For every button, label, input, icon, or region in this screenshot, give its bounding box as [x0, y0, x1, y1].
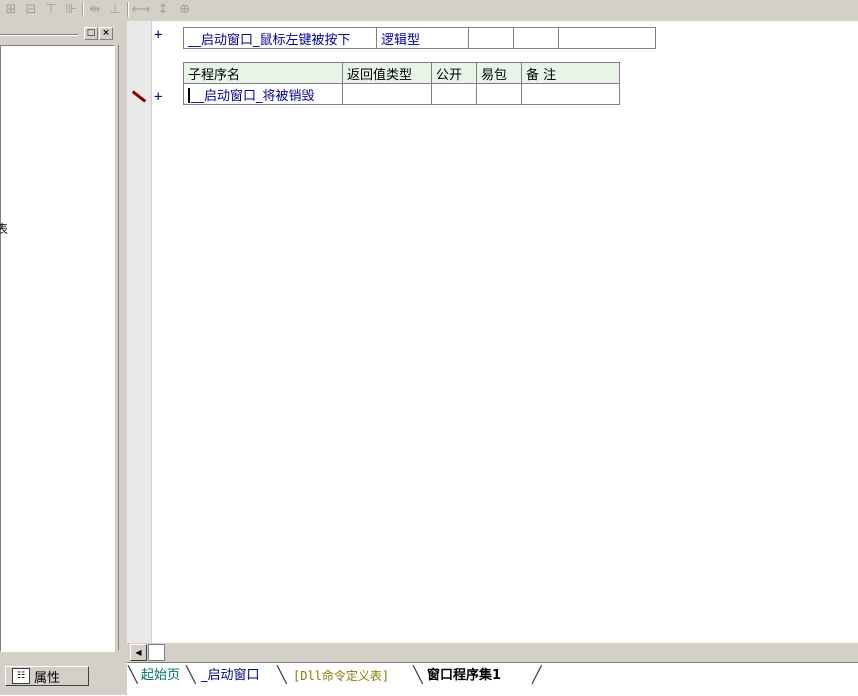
col-header-easy-package: 易包	[476, 62, 522, 84]
event-public-cell[interactable]	[468, 27, 514, 49]
panel-content[interactable]: 表	[0, 45, 115, 652]
subroutine-public-cell[interactable]	[431, 83, 477, 105]
subroutine-remark-cell[interactable]	[521, 83, 620, 105]
event-name-cell[interactable]: __启动窗口_鼠标左键被按下	[183, 27, 377, 49]
same-height-icon[interactable]: ⊥	[106, 1, 124, 17]
tab-start-page[interactable]: 起始页	[137, 666, 184, 686]
expand-plus-icon[interactable]: +	[154, 89, 162, 105]
horizontal-scrollbar[interactable]: ◀	[127, 643, 858, 662]
tab-divider: ╲	[277, 665, 287, 684]
tab-divider: ╱	[532, 665, 542, 684]
scroll-left-icon[interactable]: ◀	[130, 644, 147, 661]
col-header-remark: 备 注	[521, 62, 620, 84]
subroutine-table: 子程序名 返回值类型 公开 易包 备 注 __启动窗口_将被销毁	[183, 62, 620, 105]
vertical-space-icon[interactable]: ↕	[154, 1, 172, 17]
align-center-icon[interactable]: ⊟	[22, 1, 40, 17]
code-editor[interactable]: + __启动窗口_鼠标左键被按下 逻辑型 子程序名 返回值类型 公开 易包 备 …	[127, 21, 858, 643]
tab-startup-window[interactable]: _启动窗口	[197, 666, 264, 686]
restore-icon[interactable]: □	[84, 27, 98, 40]
center-both-icon[interactable]: ⊕	[176, 1, 194, 17]
layout-toolbar: ⊞ ⊟ ⊤ ⊪ ⇹ ⊥ ⟷ ↕ ⊕	[0, 0, 858, 22]
panel-header-rule	[0, 34, 78, 36]
expand-plus-icon[interactable]: +	[154, 27, 162, 43]
tab-window-program-set[interactable]: 窗口程序集1	[423, 666, 505, 686]
properties-tab-label: 属性	[34, 670, 61, 686]
tab-dll-commands[interactable]: [Dll命令定义表]	[289, 666, 393, 686]
tab-divider: ╲	[413, 665, 423, 684]
subroutine-row: __启动窗口_将被销毁	[183, 83, 620, 105]
col-header-name: 子程序名	[183, 62, 343, 84]
align-top-icon[interactable]: ⊤	[42, 1, 60, 17]
panel-header: □ ×	[0, 25, 116, 43]
document-tabs: ╲ 起始页 ╲ _启动窗口 ╲ [Dll命令定义表] ╲ 窗口程序集1 ╱	[127, 662, 858, 696]
subroutine-easy-package-cell[interactable]	[476, 83, 522, 105]
tab-divider: ╲	[186, 665, 196, 684]
event-subroutine-row: __启动窗口_鼠标左键被按下 逻辑型	[183, 27, 656, 49]
align-split-icon[interactable]: ⊪	[62, 1, 80, 17]
toolbar-separator	[82, 2, 84, 17]
close-icon[interactable]: ×	[99, 27, 113, 40]
event-easy-package-cell[interactable]	[513, 27, 559, 49]
align-grid-icon[interactable]: ⊞	[2, 1, 20, 17]
editor-gutter	[127, 21, 152, 643]
same-width-icon[interactable]: ⇹	[86, 1, 104, 17]
subroutine-table-header: 子程序名 返回值类型 公开 易包 备 注	[183, 62, 620, 84]
text-cursor	[188, 87, 190, 103]
event-return-type-cell[interactable]: 逻辑型	[376, 27, 469, 49]
properties-icon: ☷	[12, 668, 30, 684]
toolbar-separator	[127, 2, 129, 17]
panel-edge	[118, 45, 119, 650]
properties-tab[interactable]: ☷ 属性	[5, 666, 89, 686]
scroll-thumb[interactable]	[148, 644, 165, 661]
event-remark-cell[interactable]	[558, 27, 656, 49]
col-header-public: 公开	[431, 62, 477, 84]
subroutine-return-type-cell[interactable]	[342, 83, 432, 105]
clipped-list-text: 表	[0, 222, 9, 236]
horizontal-space-icon[interactable]: ⟷	[132, 1, 151, 17]
col-header-return-type: 返回值类型	[342, 62, 432, 84]
subroutine-name-text: __启动窗口_将被销毁	[191, 88, 315, 104]
subroutine-name-cell[interactable]: __启动窗口_将被销毁	[183, 83, 343, 105]
left-side-panel: □ × 表 ☷ 属性	[0, 21, 127, 695]
